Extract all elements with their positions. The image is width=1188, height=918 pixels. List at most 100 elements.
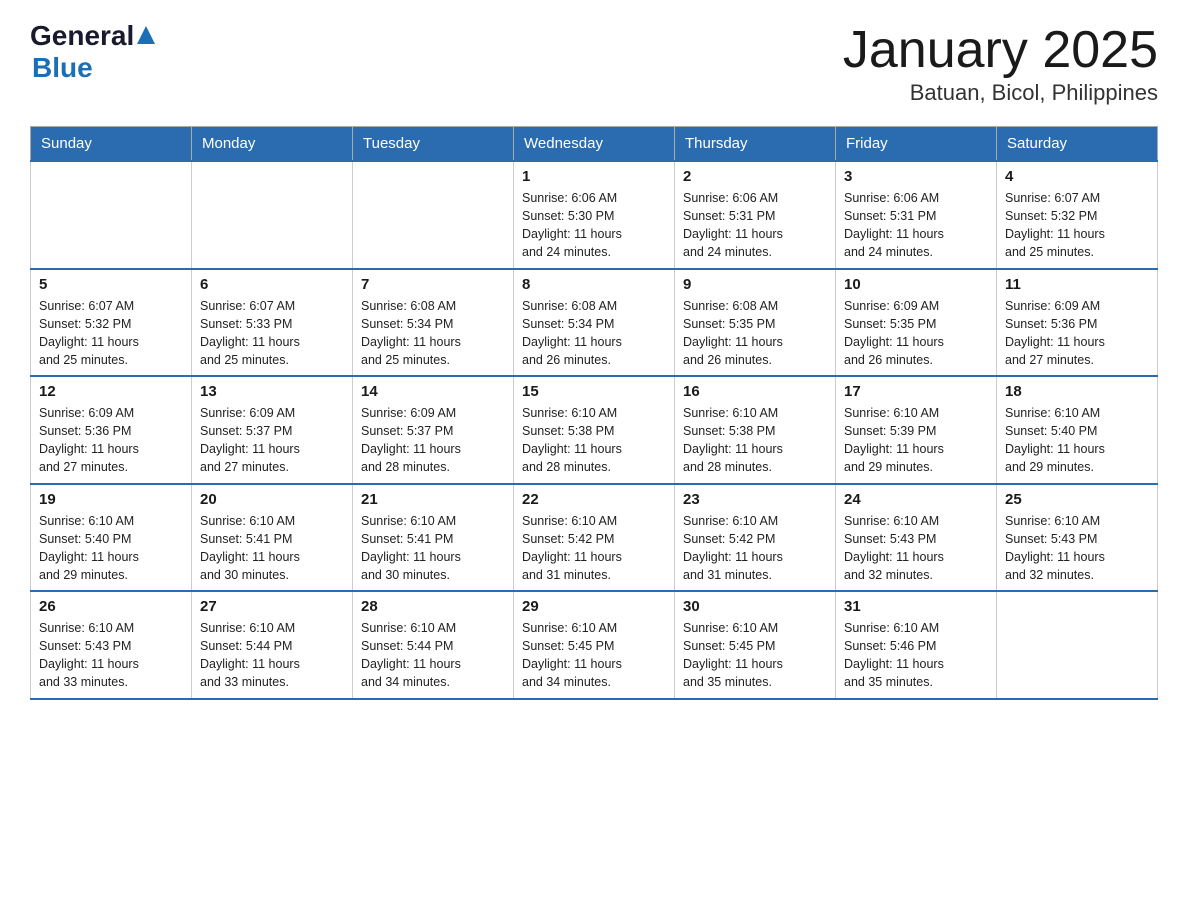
calendar-cell	[997, 591, 1158, 699]
day-info: Sunrise: 6:10 AM Sunset: 5:38 PM Dayligh…	[683, 404, 827, 477]
page-header: General Blue January 2025 Batuan, Bicol,…	[30, 20, 1158, 106]
day-number: 21	[361, 491, 505, 508]
day-info: Sunrise: 6:08 AM Sunset: 5:34 PM Dayligh…	[522, 297, 666, 370]
day-info: Sunrise: 6:09 AM Sunset: 5:36 PM Dayligh…	[39, 404, 183, 477]
day-info: Sunrise: 6:07 AM Sunset: 5:32 PM Dayligh…	[39, 297, 183, 370]
day-number: 18	[1005, 383, 1149, 400]
day-number: 1	[522, 168, 666, 185]
calendar-cell: 30Sunrise: 6:10 AM Sunset: 5:45 PM Dayli…	[675, 591, 836, 699]
day-info: Sunrise: 6:07 AM Sunset: 5:33 PM Dayligh…	[200, 297, 344, 370]
calendar-week-row: 5 Sunrise: 6:07 AM Sunset: 5:32 PM Daylig…	[31, 269, 1158, 377]
calendar-cell: 14Sunrise: 6:09 AM Sunset: 5:37 PM Dayli…	[353, 376, 514, 484]
calendar-subtitle: Batuan, Bicol, Philippines	[843, 80, 1158, 106]
day-info: Sunrise: 6:07 AM Sunset: 5:32 PM Dayligh…	[1005, 189, 1149, 262]
calendar-cell: 3Sunrise: 6:06 AM Sunset: 5:31 PM Daylig…	[836, 161, 997, 269]
calendar-day-header: Sunday	[31, 127, 192, 162]
day-info: Sunrise: 6:09 AM Sunset: 5:37 PM Dayligh…	[361, 404, 505, 477]
calendar-cell: 27 Sunrise: 6:10 AM Sunset: 5:44 PM Dayli…	[192, 591, 353, 699]
logo-general-text: General	[30, 20, 134, 52]
calendar-cell: 25 Sunrise: 6:10 AM Sunset: 5:43 PM Dayli…	[997, 484, 1158, 592]
day-info: Sunrise: 6:10 AM Sunset: 5:39 PM Dayligh…	[844, 404, 988, 477]
calendar-header-row: SundayMondayTuesdayWednesdayThursdayFrid…	[31, 127, 1158, 162]
day-number: 5	[39, 276, 183, 293]
calendar-cell: 24Sunrise: 6:10 AM Sunset: 5:43 PM Dayli…	[836, 484, 997, 592]
day-number: 20	[200, 491, 344, 508]
day-number: 4	[1005, 168, 1149, 185]
day-number: 6	[200, 276, 344, 293]
calendar-cell: 31 Sunrise: 6:10 AM Sunset: 5:46 PM Dayli…	[836, 591, 997, 699]
calendar-week-row: 1 Sunrise: 6:06 AM Sunset: 5:30 PM Daylig…	[31, 161, 1158, 269]
day-number: 17	[844, 383, 988, 400]
calendar-cell: 1 Sunrise: 6:06 AM Sunset: 5:30 PM Daylig…	[514, 161, 675, 269]
day-number: 10	[844, 276, 988, 293]
calendar-cell: 20 Sunrise: 6:10 AM Sunset: 5:41 PM Dayli…	[192, 484, 353, 592]
calendar-cell: 6 Sunrise: 6:07 AM Sunset: 5:33 PM Daylig…	[192, 269, 353, 377]
day-number: 28	[361, 598, 505, 615]
calendar-day-header: Tuesday	[353, 127, 514, 162]
calendar-day-header: Wednesday	[514, 127, 675, 162]
calendar-cell: 5 Sunrise: 6:07 AM Sunset: 5:32 PM Daylig…	[31, 269, 192, 377]
calendar-cell: 29Sunrise: 6:10 AM Sunset: 5:45 PM Dayli…	[514, 591, 675, 699]
day-info: Sunrise: 6:10 AM Sunset: 5:45 PM Dayligh…	[522, 619, 666, 692]
calendar-table: SundayMondayTuesdayWednesdayThursdayFrid…	[30, 126, 1158, 700]
day-info: Sunrise: 6:10 AM Sunset: 5:41 PM Dayligh…	[361, 512, 505, 585]
day-info: Sunrise: 6:10 AM Sunset: 5:42 PM Dayligh…	[683, 512, 827, 585]
logo: General Blue	[30, 20, 155, 84]
day-info: Sunrise: 6:10 AM Sunset: 5:44 PM Dayligh…	[361, 619, 505, 692]
calendar-week-row: 26 Sunrise: 6:10 AM Sunset: 5:43 PM Dayli…	[31, 591, 1158, 699]
calendar-day-header: Friday	[836, 127, 997, 162]
day-info: Sunrise: 6:10 AM Sunset: 5:42 PM Dayligh…	[522, 512, 666, 585]
day-info: Sunrise: 6:10 AM Sunset: 5:43 PM Dayligh…	[1005, 512, 1149, 585]
day-number: 12	[39, 383, 183, 400]
calendar-cell: 17 Sunrise: 6:10 AM Sunset: 5:39 PM Dayli…	[836, 376, 997, 484]
day-info: Sunrise: 6:10 AM Sunset: 5:41 PM Dayligh…	[200, 512, 344, 585]
title-block: January 2025 Batuan, Bicol, Philippines	[843, 20, 1158, 106]
logo-blue-text: Blue	[32, 52, 93, 83]
calendar-cell: 7 Sunrise: 6:08 AM Sunset: 5:34 PM Daylig…	[353, 269, 514, 377]
calendar-week-row: 19 Sunrise: 6:10 AM Sunset: 5:40 PM Dayli…	[31, 484, 1158, 592]
day-number: 26	[39, 598, 183, 615]
calendar-day-header: Saturday	[997, 127, 1158, 162]
day-info: Sunrise: 6:08 AM Sunset: 5:34 PM Dayligh…	[361, 297, 505, 370]
calendar-cell: 23 Sunrise: 6:10 AM Sunset: 5:42 PM Dayli…	[675, 484, 836, 592]
day-info: Sunrise: 6:10 AM Sunset: 5:43 PM Dayligh…	[39, 619, 183, 692]
day-info: Sunrise: 6:10 AM Sunset: 5:40 PM Dayligh…	[39, 512, 183, 585]
day-number: 22	[522, 491, 666, 508]
day-number: 25	[1005, 491, 1149, 508]
calendar-cell: 26 Sunrise: 6:10 AM Sunset: 5:43 PM Dayli…	[31, 591, 192, 699]
calendar-day-header: Thursday	[675, 127, 836, 162]
day-info: Sunrise: 6:06 AM Sunset: 5:30 PM Dayligh…	[522, 189, 666, 262]
day-number: 19	[39, 491, 183, 508]
day-number: 15	[522, 383, 666, 400]
day-number: 23	[683, 491, 827, 508]
calendar-week-row: 12 Sunrise: 6:09 AM Sunset: 5:36 PM Dayli…	[31, 376, 1158, 484]
calendar-cell: 21 Sunrise: 6:10 AM Sunset: 5:41 PM Dayli…	[353, 484, 514, 592]
day-info: Sunrise: 6:10 AM Sunset: 5:44 PM Dayligh…	[200, 619, 344, 692]
day-number: 24	[844, 491, 988, 508]
calendar-title: January 2025	[843, 20, 1158, 80]
calendar-cell: 2Sunrise: 6:06 AM Sunset: 5:31 PM Daylig…	[675, 161, 836, 269]
calendar-cell: 28 Sunrise: 6:10 AM Sunset: 5:44 PM Dayli…	[353, 591, 514, 699]
day-info: Sunrise: 6:10 AM Sunset: 5:40 PM Dayligh…	[1005, 404, 1149, 477]
calendar-cell	[192, 161, 353, 269]
day-info: Sunrise: 6:06 AM Sunset: 5:31 PM Dayligh…	[844, 189, 988, 262]
calendar-day-header: Monday	[192, 127, 353, 162]
calendar-cell: 10 Sunrise: 6:09 AM Sunset: 5:35 PM Dayli…	[836, 269, 997, 377]
calendar-cell: 11Sunrise: 6:09 AM Sunset: 5:36 PM Dayli…	[997, 269, 1158, 377]
calendar-cell: 4 Sunrise: 6:07 AM Sunset: 5:32 PM Daylig…	[997, 161, 1158, 269]
day-info: Sunrise: 6:09 AM Sunset: 5:37 PM Dayligh…	[200, 404, 344, 477]
calendar-cell: 15Sunrise: 6:10 AM Sunset: 5:38 PM Dayli…	[514, 376, 675, 484]
day-number: 7	[361, 276, 505, 293]
day-number: 31	[844, 598, 988, 615]
day-info: Sunrise: 6:10 AM Sunset: 5:46 PM Dayligh…	[844, 619, 988, 692]
day-number: 16	[683, 383, 827, 400]
day-number: 13	[200, 383, 344, 400]
day-info: Sunrise: 6:10 AM Sunset: 5:45 PM Dayligh…	[683, 619, 827, 692]
calendar-cell: 22 Sunrise: 6:10 AM Sunset: 5:42 PM Dayli…	[514, 484, 675, 592]
calendar-cell: 8 Sunrise: 6:08 AM Sunset: 5:34 PM Daylig…	[514, 269, 675, 377]
day-info: Sunrise: 6:09 AM Sunset: 5:35 PM Dayligh…	[844, 297, 988, 370]
calendar-cell: 18 Sunrise: 6:10 AM Sunset: 5:40 PM Dayli…	[997, 376, 1158, 484]
day-number: 27	[200, 598, 344, 615]
day-number: 8	[522, 276, 666, 293]
day-number: 11	[1005, 276, 1149, 293]
